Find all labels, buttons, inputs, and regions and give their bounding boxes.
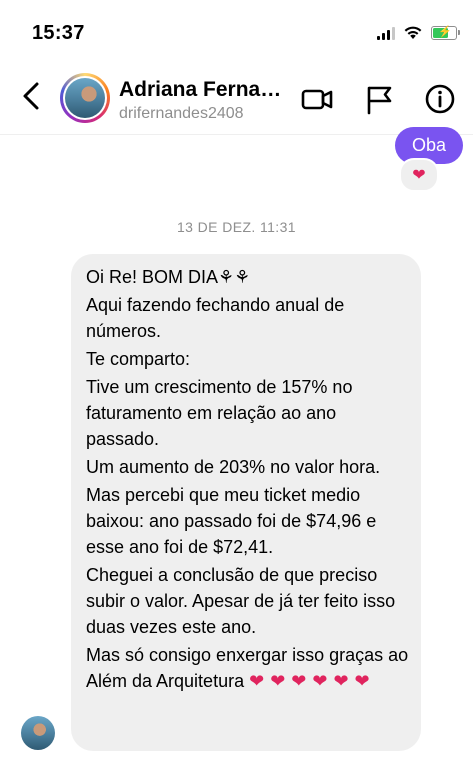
avatar[interactable] (60, 73, 110, 123)
chevron-left-icon[interactable] (18, 78, 46, 114)
message-line: Te comparto: (86, 349, 191, 369)
message-line: Tive um crescimento de 157% no faturamen… (86, 377, 353, 449)
contact-username[interactable]: drifernandes2408 (119, 105, 244, 123)
contact-name[interactable]: Adriana Fernandes (119, 78, 284, 102)
status-icons: ⚡ (377, 25, 460, 40)
incoming-message[interactable]: Oi Re! BOM DIA⚘⚘ Aqui fazendo fechando a… (71, 254, 421, 751)
signal-icon (377, 26, 395, 40)
message-line: Um aumento de 203% no valor hora. (86, 457, 381, 477)
date-separator: 13 DE DEZ. 11:31 (177, 219, 296, 235)
status-time: 15:37 (32, 22, 85, 44)
incoming-message-text: Oi Re! BOM DIA⚘⚘ Aqui fazendo fechando a… (86, 264, 411, 694)
status-bar: 15:37 ⚡ (0, 0, 473, 62)
chat-header: Adriana Fernandes drifernandes2408 (0, 62, 473, 135)
message-line: Cheguei a conclusão de que preciso subir… (86, 565, 396, 637)
video-call-icon[interactable] (300, 82, 334, 116)
sender-avatar[interactable] (21, 716, 55, 750)
heart-emoji-icon: ❤❤❤❤❤❤ (249, 671, 376, 691)
message-line: Aqui fazendo fechando anual de números. (86, 295, 345, 341)
message-line: Mas só consigo enxergar isso graças ao A… (86, 642, 411, 694)
battery-charging-icon: ⚡ (431, 25, 460, 40)
message-line: Mas percebi que meu ticket medio baixou:… (86, 485, 377, 557)
message-thread: Oba ❤ 13 DE DEZ. 11:31 Oi Re! BOM DIA⚘⚘ … (0, 127, 473, 764)
info-icon[interactable] (423, 82, 457, 116)
wifi-icon (404, 26, 422, 39)
avatar-image (65, 78, 105, 118)
heart-reaction-icon[interactable]: ❤ (399, 158, 439, 192)
message-line: Oi Re! BOM DIA⚘⚘ (86, 267, 251, 287)
flag-icon[interactable] (362, 82, 396, 116)
outgoing-message-text: Oba (411, 135, 446, 155)
